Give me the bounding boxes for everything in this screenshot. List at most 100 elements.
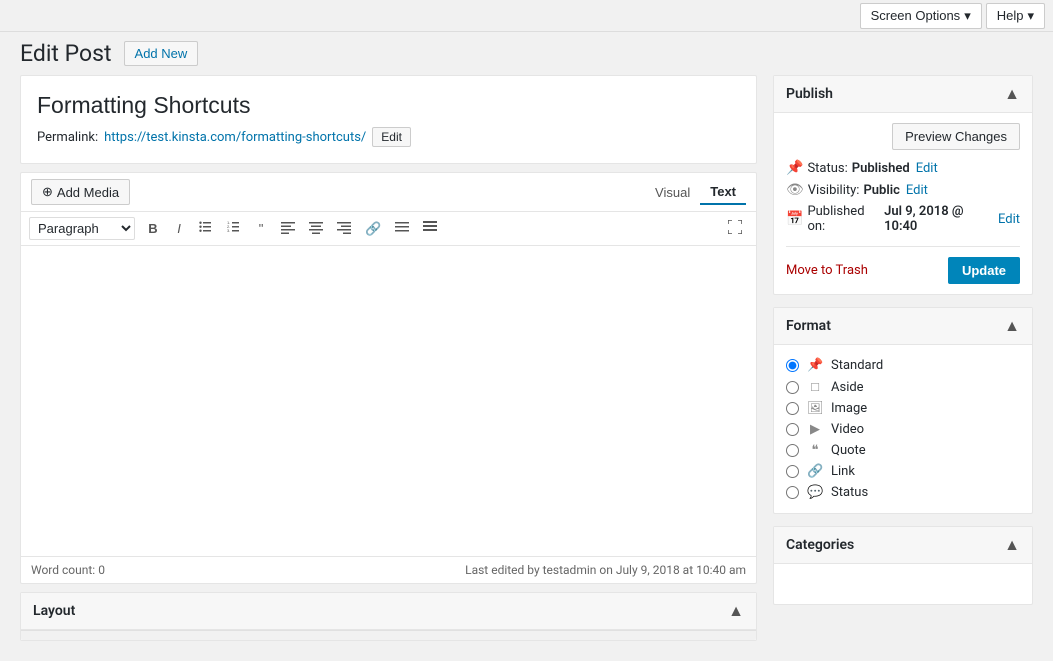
format-item-video[interactable]: ▶Video xyxy=(786,419,1020,440)
post-title-input[interactable] xyxy=(37,92,740,119)
format-radio-quote[interactable] xyxy=(786,444,799,457)
move-to-trash-link[interactable]: Move to Trash xyxy=(786,263,868,278)
add-media-icon: ⊕ xyxy=(42,184,53,200)
format-label-image: Image xyxy=(831,401,867,416)
format-box-title: Format xyxy=(786,318,831,334)
format-label-status: Status xyxy=(831,485,868,500)
format-radio-image[interactable] xyxy=(786,402,799,415)
publish-box-header[interactable]: Publish ▲ xyxy=(774,76,1032,113)
status-icon: 📌 xyxy=(786,160,803,176)
format-radio-video[interactable] xyxy=(786,423,799,436)
layout-section-header[interactable]: Layout ▲ xyxy=(21,593,756,630)
page-header: Edit Post Add New xyxy=(0,32,1053,75)
align-center-button[interactable] xyxy=(303,216,329,241)
status-format-icon: 💬 xyxy=(807,485,823,500)
add-new-button[interactable]: Add New xyxy=(124,41,199,66)
format-box-header[interactable]: Format ▲ xyxy=(774,308,1032,345)
format-radio-standard[interactable] xyxy=(786,359,799,372)
preview-changes-button[interactable]: Preview Changes xyxy=(892,123,1020,150)
editor-tab-buttons: Visual Text xyxy=(645,180,746,205)
word-count-bar: Word count: 0 Last edited by testadmin o… xyxy=(21,556,756,583)
screen-options-label: Screen Options xyxy=(871,8,961,23)
publish-box-title: Publish xyxy=(786,86,833,102)
editor-toolbar: ParagraphHeading 1Heading 2Heading 3Head… xyxy=(21,212,756,246)
permalink-row: Permalink: https://test.kinsta.com/forma… xyxy=(37,127,740,147)
standard-format-icon: 📌 xyxy=(807,358,823,373)
publish-chevron-icon: ▲ xyxy=(1004,84,1020,104)
layout-scrollbar[interactable] xyxy=(21,630,756,640)
insert-link-button[interactable]: 🔗 xyxy=(359,217,387,241)
tab-visual[interactable]: Visual xyxy=(645,180,700,205)
permalink-edit-button[interactable]: Edit xyxy=(372,127,411,147)
aside-format-icon: □ xyxy=(807,379,823,395)
visibility-label: Visibility: xyxy=(808,183,860,198)
help-button[interactable]: Help ▾ xyxy=(986,3,1045,29)
layout-section-title: Layout xyxy=(33,603,75,619)
format-item-quote[interactable]: ❝ Quote xyxy=(786,440,1020,461)
format-label-quote: Quote xyxy=(831,443,866,458)
format-item-standard[interactable]: 📌 Standard xyxy=(786,355,1020,376)
published-value: Jul 9, 2018 @ 10:40 xyxy=(884,204,992,234)
format-item-status[interactable]: 💬 Status xyxy=(786,482,1020,503)
tab-text[interactable]: Text xyxy=(700,180,746,205)
visibility-row: 👁 Visibility: Public Edit xyxy=(786,182,1020,198)
format-radio-aside[interactable] xyxy=(786,381,799,394)
align-left-button[interactable] xyxy=(275,216,301,241)
format-label-video: Video xyxy=(831,422,864,437)
published-edit-link[interactable]: Edit xyxy=(998,212,1020,227)
word-count-label: Word count: 0 xyxy=(31,563,105,577)
italic-button[interactable]: I xyxy=(167,217,191,240)
editor-box: ⊕ Add Media Visual Text ParagraphHeading… xyxy=(20,172,757,584)
status-edit-link[interactable]: Edit xyxy=(916,161,938,176)
editor-content-area[interactable] xyxy=(21,246,756,556)
format-box-body: 📌 Standard □ Aside 🖼 Image ▶Video ❝ Quote 🔗 Link 💬 S… xyxy=(774,345,1032,513)
left-column: Permalink: https://test.kinsta.com/forma… xyxy=(20,75,757,641)
categories-box-header[interactable]: Categories ▲ xyxy=(774,527,1032,564)
add-media-button[interactable]: ⊕ Add Media xyxy=(31,179,130,205)
add-media-label: Add Media xyxy=(57,185,119,200)
format-label-aside: Aside xyxy=(831,380,864,395)
ordered-list-button[interactable]: 1.2.3. xyxy=(221,216,247,241)
link-format-icon: 🔗 xyxy=(807,464,823,479)
published-row: 📅 Published on: Jul 9, 2018 @ 10:40 Edit xyxy=(786,204,1020,234)
format-item-image[interactable]: 🖼 Image xyxy=(786,398,1020,419)
image-format-icon: 🖼 xyxy=(807,401,823,416)
permalink-link[interactable]: https://test.kinsta.com/formatting-short… xyxy=(104,130,366,145)
layout-chevron-icon: ▲ xyxy=(728,601,744,621)
insert-more-button[interactable] xyxy=(389,216,415,241)
status-label: Status: xyxy=(807,161,847,176)
unordered-list-button[interactable] xyxy=(193,216,219,241)
svg-text:3.: 3. xyxy=(227,228,230,233)
preview-row: Preview Changes xyxy=(786,123,1020,150)
fullscreen-button[interactable] xyxy=(722,216,748,241)
calendar-icon: 📅 xyxy=(786,211,803,227)
toggle-toolbar-button[interactable] xyxy=(417,216,443,241)
publish-actions: Move to Trash Update xyxy=(786,246,1020,284)
categories-box-body xyxy=(774,564,1032,604)
blockquote-button[interactable]: " xyxy=(249,217,273,240)
update-button[interactable]: Update xyxy=(948,257,1020,284)
align-right-button[interactable] xyxy=(331,216,357,241)
format-label-standard: Standard xyxy=(831,358,883,373)
format-radio-link[interactable] xyxy=(786,465,799,478)
bold-button[interactable]: B xyxy=(141,217,165,240)
help-label: Help xyxy=(997,8,1024,23)
visibility-edit-link[interactable]: Edit xyxy=(906,183,928,198)
word-count-value: 0 xyxy=(98,563,105,577)
format-select[interactable]: ParagraphHeading 1Heading 2Heading 3Head… xyxy=(29,217,135,240)
publish-box-body: Preview Changes 📌 Status: Published Edit… xyxy=(774,113,1032,294)
format-chevron-icon: ▲ xyxy=(1004,316,1020,336)
format-radio-status[interactable] xyxy=(786,486,799,499)
screen-options-button[interactable]: Screen Options ▾ xyxy=(860,3,982,29)
format-list: 📌 Standard □ Aside 🖼 Image ▶Video ❝ Quote 🔗 Link 💬 S… xyxy=(786,355,1020,503)
chevron-down-icon: ▾ xyxy=(964,8,971,24)
top-bar: Screen Options ▾ Help ▾ xyxy=(0,0,1053,32)
categories-chevron-icon: ▲ xyxy=(1004,535,1020,555)
format-item-aside[interactable]: □ Aside xyxy=(786,376,1020,398)
categories-box-title: Categories xyxy=(786,537,854,553)
format-item-link[interactable]: 🔗 Link xyxy=(786,461,1020,482)
permalink-label: Permalink: xyxy=(37,130,98,145)
format-label-link: Link xyxy=(831,464,855,479)
last-edited-text: Last edited by testadmin on July 9, 2018… xyxy=(465,563,746,577)
quote-format-icon: ❝ xyxy=(807,443,823,458)
